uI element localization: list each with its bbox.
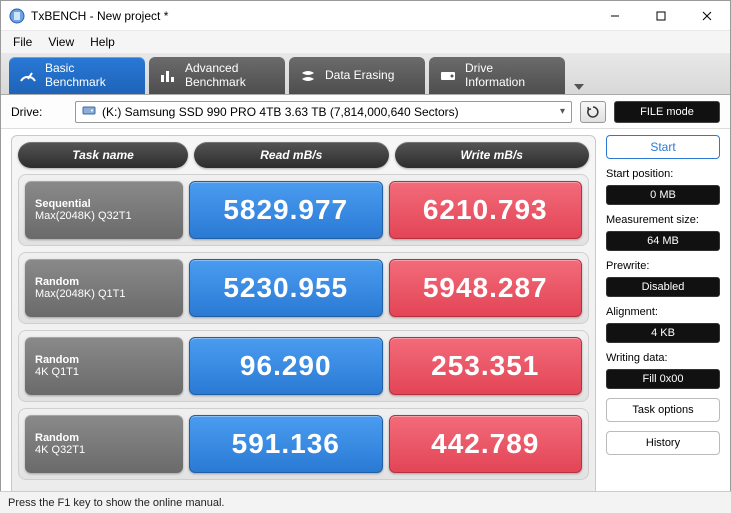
task-cell[interactable]: Sequential Max(2048K) Q32T1: [25, 181, 183, 239]
task-options-button[interactable]: Task options: [606, 398, 720, 422]
menu-help[interactable]: Help: [82, 33, 123, 51]
header-row: Task name Read mB/s Write mB/s: [18, 142, 589, 168]
task-cell[interactable]: Random 4K Q1T1: [25, 337, 183, 395]
minimize-button[interactable]: [592, 1, 638, 30]
window-controls: [592, 1, 730, 30]
main-area: Task name Read mB/s Write mB/s Sequentia…: [1, 129, 730, 509]
task-cell[interactable]: Random 4K Q32T1: [25, 415, 183, 473]
task-name-line2: Max(2048K) Q32T1: [35, 210, 173, 222]
button-label: Task options: [632, 404, 693, 416]
tab-basic-benchmark[interactable]: Basic Benchmark: [9, 57, 145, 94]
start-position-label: Start position:: [606, 168, 720, 180]
tab-data-erasing[interactable]: Data Erasing: [289, 57, 425, 94]
writing-data-label: Writing data:: [606, 352, 720, 364]
tab-overflow-button[interactable]: [569, 57, 589, 94]
tab-advanced-benchmark[interactable]: Advanced Benchmark: [149, 57, 285, 94]
bar-chart-icon: [159, 67, 177, 85]
header-write: Write mB/s: [395, 142, 590, 168]
value-text: 0 MB: [650, 189, 676, 201]
menu-view[interactable]: View: [40, 33, 82, 51]
status-text: Press the F1 key to show the online manu…: [8, 497, 224, 509]
refresh-icon: [586, 105, 600, 119]
tab-label: Basic Benchmark: [45, 62, 106, 90]
write-value: 5948.287: [389, 259, 583, 317]
task-name-line1: Random: [35, 432, 173, 444]
test-row: Random 4K Q1T1 96.290 253.351: [18, 330, 589, 402]
value-text: Disabled: [642, 281, 685, 293]
file-mode-button[interactable]: FILE mode: [614, 101, 720, 123]
read-value: 591.136: [189, 415, 383, 473]
write-value: 442.789: [389, 415, 583, 473]
drive-row: Drive: (K:) Samsung SSD 990 PRO 4TB 3.63…: [1, 95, 730, 129]
history-button[interactable]: History: [606, 431, 720, 455]
close-button[interactable]: [684, 1, 730, 30]
start-label: Start: [650, 140, 675, 154]
value-text: Fill 0x00: [643, 373, 684, 385]
drive-label: Drive:: [11, 105, 67, 119]
task-cell[interactable]: Random Max(2048K) Q1T1: [25, 259, 183, 317]
tab-label: Data Erasing: [325, 69, 394, 83]
drive-selected-text: (K:) Samsung SSD 990 PRO 4TB 3.63 TB (7,…: [102, 105, 459, 119]
tab-strip: Basic Benchmark Advanced Benchmark Data …: [1, 53, 730, 95]
task-name-line1: Sequential: [35, 198, 173, 210]
value-text: 4 KB: [651, 327, 675, 339]
measurement-size-label: Measurement size:: [606, 214, 720, 226]
task-name-line2: 4K Q1T1: [35, 366, 173, 378]
tab-drive-information[interactable]: Drive Information: [429, 57, 565, 94]
measurement-size-value[interactable]: 64 MB: [606, 231, 720, 251]
read-value: 5230.955: [189, 259, 383, 317]
window-title: TxBENCH - New project *: [31, 9, 592, 23]
app-icon: [9, 8, 25, 24]
side-panel: Start Start position: 0 MB Measurement s…: [606, 135, 720, 505]
prewrite-label: Prewrite:: [606, 260, 720, 272]
button-label: History: [646, 437, 680, 449]
write-value: 6210.793: [389, 181, 583, 239]
header-task: Task name: [18, 142, 188, 168]
menu-bar: File View Help: [1, 31, 730, 53]
status-bar: Press the F1 key to show the online manu…: [0, 491, 731, 513]
task-name-line2: Max(2048K) Q1T1: [35, 288, 173, 300]
test-row: Sequential Max(2048K) Q32T1 5829.977 621…: [18, 174, 589, 246]
write-value: 253.351: [389, 337, 583, 395]
erase-icon: [299, 67, 317, 85]
start-button[interactable]: Start: [606, 135, 720, 159]
prewrite-value[interactable]: Disabled: [606, 277, 720, 297]
test-row: Random 4K Q32T1 591.136 442.789: [18, 408, 589, 480]
gauge-icon: [19, 67, 37, 85]
title-bar: TxBENCH - New project *: [1, 1, 730, 31]
benchmark-panel: Task name Read mB/s Write mB/s Sequentia…: [11, 135, 596, 505]
maximize-button[interactable]: [638, 1, 684, 30]
drive-select[interactable]: (K:) Samsung SSD 990 PRO 4TB 3.63 TB (7,…: [75, 101, 572, 123]
alignment-value[interactable]: 4 KB: [606, 323, 720, 343]
header-read: Read mB/s: [194, 142, 389, 168]
menu-file[interactable]: File: [5, 33, 40, 51]
drive-icon: [439, 67, 457, 85]
disk-icon: [82, 104, 96, 119]
refresh-button[interactable]: [580, 101, 606, 123]
chevron-down-icon: ▾: [560, 106, 565, 117]
task-name-line1: Random: [35, 276, 173, 288]
value-text: 64 MB: [647, 235, 679, 247]
file-mode-label: FILE mode: [640, 106, 694, 118]
read-value: 5829.977: [189, 181, 383, 239]
tab-label: Advanced Benchmark: [185, 62, 246, 90]
start-position-value[interactable]: 0 MB: [606, 185, 720, 205]
chevron-down-icon: [574, 84, 584, 90]
task-name-line1: Random: [35, 354, 173, 366]
task-name-line2: 4K Q32T1: [35, 444, 173, 456]
read-value: 96.290: [189, 337, 383, 395]
writing-data-value[interactable]: Fill 0x00: [606, 369, 720, 389]
tab-label: Drive Information: [465, 62, 525, 90]
alignment-label: Alignment:: [606, 306, 720, 318]
test-row: Random Max(2048K) Q1T1 5230.955 5948.287: [18, 252, 589, 324]
